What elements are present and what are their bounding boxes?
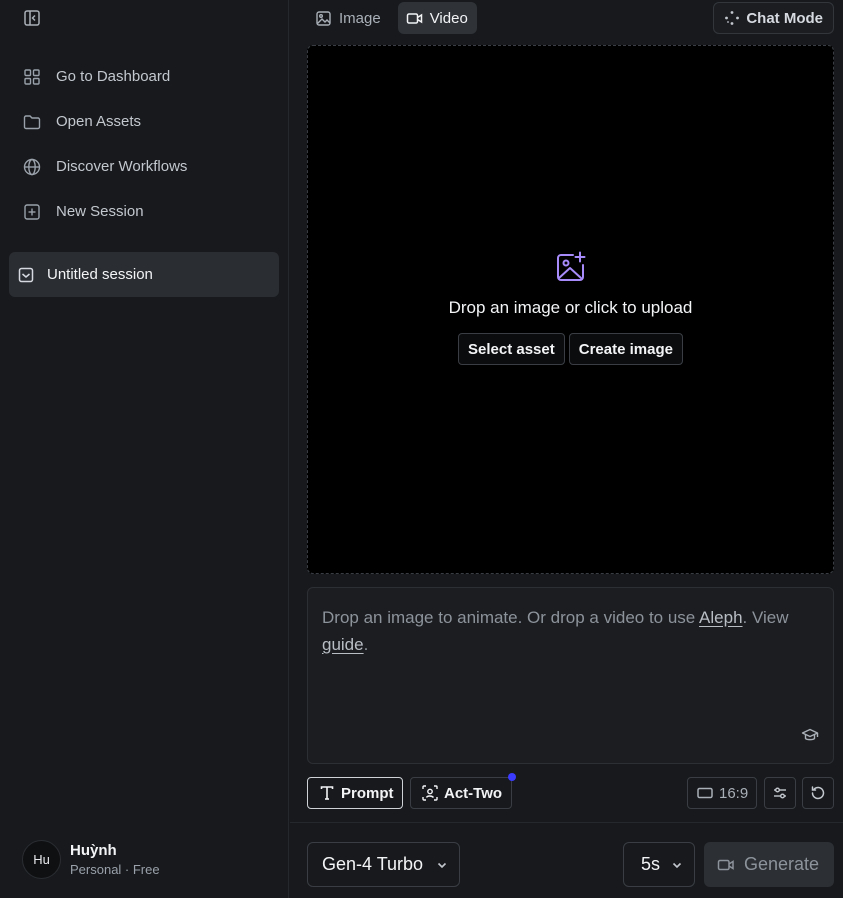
folder-icon [22, 112, 42, 132]
act-two-button[interactable]: Act-Two [410, 777, 512, 809]
tab-image-label: Image [339, 9, 381, 27]
sidebar-item-workflows[interactable]: Discover Workflows [0, 144, 289, 189]
globe-icon [22, 157, 42, 177]
reset-button[interactable] [802, 777, 834, 809]
select-asset-button[interactable]: Select asset [458, 333, 565, 365]
user-profile[interactable]: Hu Huỳnh Personal · Free [22, 840, 160, 879]
graduation-cap-icon[interactable] [801, 726, 819, 744]
sidebar-nav: Go to Dashboard Open Assets Discover Wor… [0, 54, 289, 234]
sidebar-item-label: Discover Workflows [56, 158, 188, 175]
chat-mode-label: Chat Mode [746, 9, 823, 27]
duration-value: 5s [641, 854, 661, 874]
tab-image[interactable]: Image [307, 2, 390, 34]
guide-link[interactable]: guide [322, 635, 364, 654]
video-icon [406, 10, 423, 27]
sliders-icon [771, 784, 789, 802]
reset-icon [809, 784, 827, 802]
generate-button[interactable]: Generate [704, 842, 834, 887]
session-item-untitled[interactable]: Untitled session [9, 252, 279, 297]
sidebar-item-new-session[interactable]: New Session [0, 189, 289, 234]
image-drop-zone[interactable]: Drop an image or click to upload Select … [307, 45, 834, 574]
settings-button[interactable] [764, 777, 796, 809]
session-icon [17, 266, 35, 284]
user-plan: Personal · Free [70, 862, 160, 877]
user-name: Huỳnh [70, 842, 117, 859]
video-icon [717, 856, 735, 874]
chevron-down-icon [435, 858, 449, 872]
prompt-text-part: . [363, 635, 369, 654]
prompt-mode-button[interactable]: Prompt [307, 777, 403, 809]
plus-square-icon [22, 202, 42, 222]
main-panel: Image Video Chat Mode Drop an image or c… [290, 0, 843, 898]
duration-select[interactable]: 5s [623, 842, 695, 887]
mode-tabs: Image Video [307, 2, 477, 34]
sidebar-item-dashboard[interactable]: Go to Dashboard [0, 54, 289, 99]
text-icon [318, 784, 336, 802]
create-image-button[interactable]: Create image [568, 333, 683, 365]
add-image-icon [554, 250, 588, 284]
aleph-link[interactable]: Aleph [699, 608, 742, 627]
chat-mode-button[interactable]: Chat Mode [713, 2, 834, 34]
sidebar-item-label: New Session [56, 203, 144, 220]
prompt-mode-label: Prompt [341, 784, 394, 802]
act-two-label: Act-Two [444, 784, 503, 802]
generation-bar: Gen-4 Turbo 5s Generate [290, 822, 843, 898]
chevron-down-icon [670, 858, 684, 872]
sparkle-dots-icon [724, 10, 740, 26]
aspect-ratio-button[interactable]: 16:9 [687, 777, 757, 809]
aspect-ratio-icon [696, 784, 714, 802]
collapse-sidebar-icon[interactable] [22, 8, 42, 28]
model-value: Gen-4 Turbo [322, 854, 424, 874]
session-label: Untitled session [47, 266, 153, 283]
sidebar: Go to Dashboard Open Assets Discover Wor… [0, 0, 289, 898]
face-scan-icon [421, 784, 439, 802]
generate-label: Generate [744, 854, 820, 874]
prompt-toolbar: Prompt Act-Two 16:9 [307, 773, 834, 809]
upload-instruction: Drop an image or click to upload [448, 298, 693, 317]
prompt-text-part: . View [742, 608, 789, 627]
model-select[interactable]: Gen-4 Turbo [307, 842, 460, 887]
image-icon [315, 10, 332, 27]
grid-icon [22, 67, 42, 87]
avatar: Hu [22, 840, 61, 879]
tab-video-label: Video [429, 9, 468, 27]
prompt-input[interactable]: Drop an image to animate. Or drop a vide… [307, 587, 834, 764]
tab-video[interactable]: Video [397, 2, 477, 34]
aspect-ratio-value: 16:9 [719, 784, 749, 802]
prompt-placeholder: Drop an image to animate. Or drop a vide… [322, 604, 819, 658]
new-feature-badge [508, 773, 516, 781]
sidebar-item-label: Go to Dashboard [56, 68, 171, 85]
sidebar-item-assets[interactable]: Open Assets [0, 99, 289, 144]
prompt-text-part: Drop an image to animate. Or drop a vide… [322, 608, 700, 627]
sidebar-item-label: Open Assets [56, 113, 142, 130]
